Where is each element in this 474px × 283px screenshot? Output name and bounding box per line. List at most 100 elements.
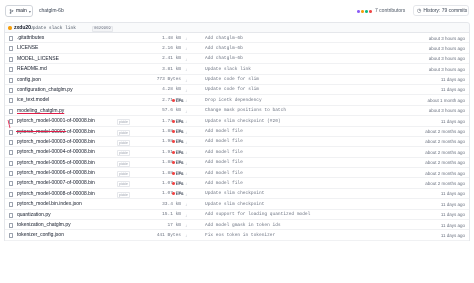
contributors-link[interactable]: 7 contributors <box>356 6 405 16</box>
file-commit-message[interactable]: Add model file <box>205 181 243 186</box>
file-row[interactable]: pytorch_model-00005-of-00008.bin pickle 1.… <box>5 158 469 169</box>
file-row[interactable]: tokenizer_config.json 441 Bytes ↓ Fix eos t… <box>5 230 469 241</box>
file-row[interactable]: pytorch_model-00003-of-00008.bin pickle 1.… <box>5 137 469 148</box>
file-row[interactable]: config.json 773 Bytes ↓ Update code for sli… <box>5 75 469 85</box>
file-row[interactable]: MODEL_LICENSE 2.41 kB ↓ Add chatglm-6b about… <box>5 54 469 65</box>
file-name[interactable]: pytorch_model.bin.index.json <box>17 201 82 207</box>
file-commit-message[interactable]: Update code for slim <box>205 87 259 92</box>
file-commit-message[interactable]: Fix eos token in tokenizer <box>205 233 275 238</box>
download-icon[interactable]: ↓ <box>185 213 187 218</box>
file-icon <box>9 98 13 104</box>
file-row[interactable]: pytorch_model-00004-of-00008.bin pickle 1.… <box>5 147 469 158</box>
pickle-badge[interactable]: pickle <box>117 181 130 188</box>
download-icon[interactable]: ↓ <box>185 202 187 207</box>
commit-author[interactable]: zxdu20 <box>14 25 31 31</box>
file-commit-message[interactable]: Add model file <box>205 160 243 165</box>
file-date: about 2 months ago <box>425 149 465 155</box>
file-commit-message[interactable]: Change mask positions to batch <box>205 108 286 113</box>
file-name[interactable]: LICENSE <box>17 45 38 51</box>
file-icon <box>9 191 13 197</box>
download-icon[interactable]: ↓ <box>185 98 187 103</box>
branch-selector[interactable]: main ▾ <box>5 5 33 17</box>
file-commit-message[interactable]: Update slack link <box>205 67 251 72</box>
file-name[interactable]: MODEL_LICENSE <box>17 56 59 62</box>
pickle-badge[interactable]: pickle <box>117 191 130 198</box>
file-commit-message[interactable]: Update slim checkpoint (#20) <box>205 119 281 124</box>
pickle-badge[interactable]: pickle <box>117 119 130 126</box>
file-commit-message[interactable]: Update slim checkpoint <box>205 202 264 207</box>
file-commit-message[interactable]: Add model file <box>205 139 243 144</box>
download-icon[interactable]: ↓ <box>185 171 187 176</box>
file-name[interactable]: modeling_chatglm.py <box>17 108 64 114</box>
download-icon[interactable]: ↓ <box>185 88 187 93</box>
file-name[interactable]: README.md <box>17 66 47 72</box>
file-commit-message[interactable]: Update code for slim <box>205 77 259 82</box>
file-row[interactable]: ice_text.model 2.71 MB LFS ↓ Drop icetk depe… <box>5 95 469 106</box>
file-name[interactable]: configuration_chatglm.py <box>17 87 73 93</box>
download-icon[interactable]: ↓ <box>185 150 187 155</box>
download-icon[interactable]: ↓ <box>185 130 187 135</box>
file-name[interactable]: pytorch_model-00001-of-00008.bin <box>17 118 95 124</box>
download-icon[interactable]: ↓ <box>185 161 187 166</box>
download-icon[interactable]: ↓ <box>185 233 187 238</box>
file-name[interactable]: .gitattributes <box>17 35 44 41</box>
file-commit-message[interactable]: Add model gmask in token ids <box>205 223 281 228</box>
pickle-badge[interactable]: pickle <box>117 129 130 136</box>
file-row[interactable]: pytorch_model-00006-of-00008.bin pickle 1.… <box>5 168 469 179</box>
download-icon[interactable]: ↓ <box>185 181 187 186</box>
history-button[interactable]: ◷ History: 79 commits <box>413 5 469 16</box>
download-icon[interactable]: ↓ <box>185 46 187 51</box>
file-row[interactable]: LICENSE 2.16 kB ↓ Add chatglm-6b about 3 hou… <box>5 43 469 54</box>
commit-sha[interactable]: 0629959 <box>92 25 113 32</box>
commit-message[interactable]: Update slack link <box>30 26 76 31</box>
pickle-badge[interactable]: pickle <box>117 171 130 178</box>
download-icon[interactable]: ↓ <box>185 109 187 114</box>
repo-breadcrumb[interactable]: chatglm-6b <box>39 8 64 14</box>
last-commit-bar: zxdu20 Update slack link 0629959 <box>4 22 470 33</box>
file-row[interactable]: configuration_chatglm.py 4.28 kB ↓ Update c… <box>5 85 469 96</box>
file-row[interactable]: pytorch_model-00002-of-00008.binpickle1.… <box>5 127 469 137</box>
file-name[interactable]: pytorch_model-00006-of-00008.bin <box>17 170 95 176</box>
file-row[interactable]: pytorch_model-00001-of-00008.bin pickle 1.… <box>5 116 469 127</box>
download-icon[interactable]: ↓ <box>185 67 187 72</box>
download-icon[interactable]: ↓ <box>185 192 187 197</box>
file-row[interactable]: pytorch_model.bin.index.json 33.4 kB ↓ Upda… <box>5 199 469 210</box>
file-date: about 3 hours ago <box>428 66 465 72</box>
pickle-badge[interactable]: pickle <box>117 150 130 157</box>
file-name[interactable]: tokenizer_config.json <box>17 232 64 238</box>
download-icon[interactable]: ↓ <box>185 57 187 62</box>
file-name[interactable]: ice_text.model <box>17 97 49 103</box>
file-commit-message[interactable]: Update slim checkpoint <box>205 191 264 196</box>
file-icon <box>9 67 13 73</box>
file-commit-message[interactable]: Add chatglm-6b <box>205 36 243 41</box>
download-icon[interactable]: ↓ <box>185 119 187 124</box>
download-icon[interactable]: ↓ <box>185 78 187 83</box>
file-name[interactable]: pytorch_model-00007-of-00008.bin <box>17 180 95 186</box>
file-commit-message[interactable]: Add chatglm-6b <box>205 46 243 51</box>
file-name[interactable]: tokenization_chatglm.py <box>17 222 71 228</box>
download-icon[interactable]: ↓ <box>185 36 187 41</box>
file-row[interactable]: .gitattributes 1.48 kB ↓ Add chatglm-6b abou… <box>5 33 469 44</box>
file-commit-message[interactable]: Add chatglm-6b <box>205 56 243 61</box>
file-commit-message[interactable]: Add model file <box>205 150 243 155</box>
file-commit-message[interactable]: Add model file <box>205 129 243 134</box>
file-name[interactable]: quantization.py <box>17 212 51 218</box>
pickle-badge[interactable]: pickle <box>117 139 130 146</box>
file-commit-message[interactable]: Drop icetk dependency <box>205 98 262 103</box>
download-icon[interactable]: ↓ <box>185 140 187 145</box>
file-name[interactable]: pytorch_model-00003-of-00008.bin <box>17 139 95 145</box>
file-name[interactable]: pytorch_model-00008-of-00008.bin <box>17 191 95 197</box>
file-row[interactable]: quantization.py 15.1 kB ↓ Add support for l… <box>5 210 469 221</box>
file-name[interactable]: pytorch_model-00004-of-00008.bin <box>17 149 95 155</box>
download-icon[interactable]: ↓ <box>185 223 187 228</box>
file-row[interactable]: tokenization_chatglm.py 17 kB ↓ Add model g… <box>5 220 469 231</box>
file-commit-message[interactable]: Add support for loading quantized model <box>205 212 310 217</box>
file-commit-message[interactable]: Add model file <box>205 171 243 176</box>
file-row[interactable]: pytorch_model-00007-of-00008.bin pickle 1.… <box>5 178 469 189</box>
pickle-badge[interactable]: pickle <box>117 160 130 167</box>
file-row[interactable]: modeling_chatglm.py 57.6 kB ↓ Change mask p… <box>5 106 469 117</box>
file-row[interactable]: pytorch_model-00008-of-00008.bin pickle 1.… <box>5 189 469 200</box>
file-row[interactable]: README.md 3.81 kB ↓ Update slack link about … <box>5 64 469 75</box>
file-name[interactable]: config.json <box>17 77 41 83</box>
file-name[interactable]: pytorch_model-00005-of-00008.bin <box>17 160 95 166</box>
